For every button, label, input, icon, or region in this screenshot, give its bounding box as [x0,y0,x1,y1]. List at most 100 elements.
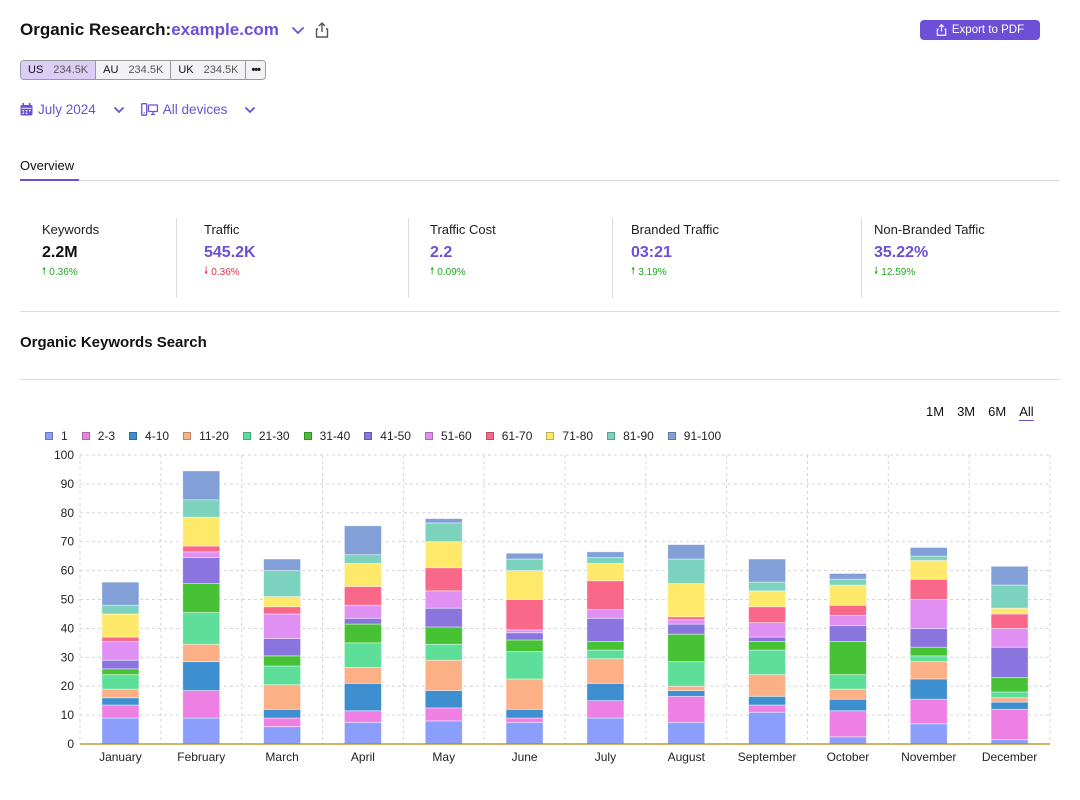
metric-delta-value: 0.36% [211,267,240,278]
database-count: 234.5K [53,64,89,76]
legend-swatch [183,432,192,440]
bar-segment [424,720,463,745]
bar-segment [829,688,867,700]
legend-swatch [546,432,555,440]
bar-segment [586,562,625,582]
bar-segment [263,638,301,657]
bar-segment [344,562,382,587]
range-1m[interactable]: 1M [926,404,944,421]
bar-segment [182,470,221,501]
bar-segment [505,599,544,631]
bar-segment [424,607,463,628]
metric-delta: 🠕 0.36% [42,264,99,281]
y-tick-label: 40 [61,621,75,635]
bar-segment [667,633,706,663]
bar-segment [586,717,625,745]
bar-segment [101,674,140,690]
metric-label: Non-Branded Taffic [874,222,985,237]
legend-swatch [364,432,373,440]
range-6m[interactable]: 6M [988,404,1006,421]
share-icon[interactable] [315,22,329,38]
device-filter-label: All devices [162,102,228,117]
bar-segment [990,697,1029,703]
range-3m[interactable]: 3M [957,404,975,421]
bar-segment [263,570,301,598]
bar-segment [424,518,463,524]
bar-segment [667,583,706,618]
section-title: Organic Keywords Search [20,334,207,351]
bar-segment [909,655,948,663]
bar-segment [263,596,301,608]
export-pdf-button[interactable]: Export to PDF [920,20,1040,40]
x-tick-label: August [668,750,706,764]
metric-delta: 🠗 0.36% [204,264,256,281]
chevron-down-icon [245,106,256,113]
bar-segment [182,516,221,547]
bar-segment [586,580,625,611]
metric-traffic-cost: Traffic Cost 2.2 🠕 0.09% [430,218,496,298]
metric-delta: 🠕 0.09% [430,264,496,281]
date-filter[interactable]: July 2024 [20,102,125,117]
bar-segment [344,682,382,712]
bar-segment [586,551,625,558]
bar-segment [909,555,948,561]
chevron-down-icon [113,106,124,113]
bar-segment [909,646,948,657]
more-databases-button[interactable]: ••• [246,61,266,79]
bar-segment [990,613,1029,629]
bar-segment [909,578,948,600]
chevron-down-icon[interactable] [291,23,305,37]
x-tick-label: November [901,750,956,764]
legend-swatch [485,432,494,440]
metric-delta-value: 12.59% [881,267,916,278]
bar-segment [748,711,786,745]
metric-label: Traffic Cost [430,222,496,237]
bar-segment [505,721,544,745]
bar-segment [829,625,867,642]
legend-swatch [303,432,312,440]
bar-segment [182,661,221,691]
divider [612,218,613,298]
bar-segment [101,613,140,638]
bar-segment [505,639,544,652]
bar-segment [667,619,706,625]
tab-overview[interactable]: Overview [20,158,79,181]
bar-segment [909,560,948,580]
database-tab-us[interactable]: US 234.5K [21,61,97,79]
bar-segment [748,581,786,592]
bar-segment [101,688,140,699]
metric-value: 35.22% [874,244,929,261]
y-tick-label: 100 [54,448,74,462]
bar-segment [505,651,544,680]
bar-segment [909,599,948,629]
bar-segment [586,609,625,619]
legend-swatch [81,432,90,440]
bar-segment [748,590,786,608]
bar-segment [182,557,221,585]
range-all[interactable]: All [1019,404,1034,421]
database-tab-uk[interactable]: UK 234.5K [171,61,247,79]
metric-label: Branded Traffic [631,222,719,237]
bar-segment [101,659,140,670]
metric-delta-value: 3.19% [638,267,667,278]
bar-segment [505,558,544,572]
bar-segment [263,726,301,745]
metric-delta: 🠕 3.19% [631,264,719,281]
bar-segment [424,707,463,722]
bar-segment [586,658,625,684]
domain-link[interactable]: example.com [171,20,279,39]
metric-delta-value: 0.36% [49,267,78,278]
device-filter[interactable]: All devices [140,102,257,117]
database-tab-au[interactable]: AU 234.5K [96,61,172,79]
bar-segment [829,674,867,690]
bar-segment [101,604,140,615]
section-divider [20,379,1060,380]
x-tick-label: May [432,750,455,764]
bar-segment [829,584,867,606]
database-code: AU [103,64,119,76]
bar-segment [909,723,948,745]
divider [861,218,862,298]
bar-segment [667,544,706,560]
bar-segment [829,573,867,580]
bar-segment [505,552,544,560]
